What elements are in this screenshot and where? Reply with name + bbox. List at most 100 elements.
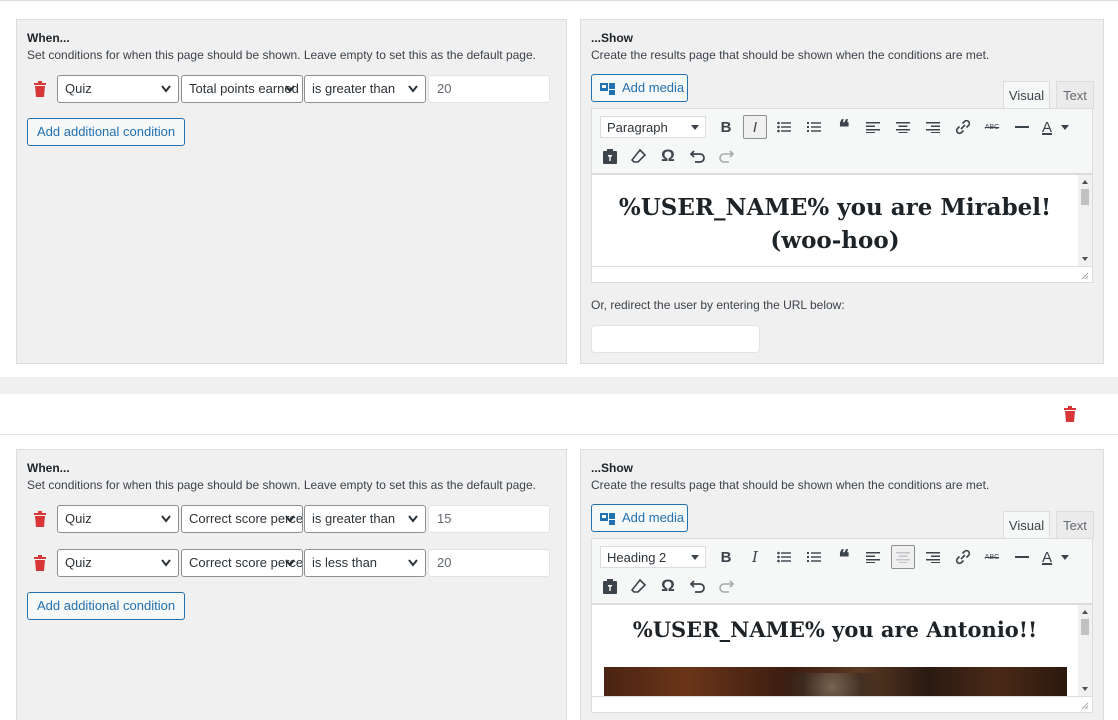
blockquote-icon[interactable]: ❝ [832, 115, 856, 139]
editor-content-area[interactable]: %USER_NAME% you are Mirabel! (woo-hoo) [591, 174, 1093, 267]
when-panel: When... Set conditions for when this pag… [16, 19, 567, 364]
trash-icon[interactable] [33, 555, 47, 571]
show-title: ...Show [591, 31, 633, 45]
horizontal-line-icon[interactable] [1010, 115, 1034, 139]
trash-icon[interactable] [33, 81, 47, 97]
embedded-image[interactable] [604, 667, 1067, 696]
source-select[interactable]: Quiz [57, 549, 179, 577]
chevron-down-icon [161, 559, 171, 567]
editor-body: %USER_NAME% you are Antonio!! [592, 605, 1078, 696]
tab-visual[interactable]: Visual [1003, 81, 1050, 108]
align-left-icon[interactable] [861, 545, 885, 569]
editor-content-area[interactable]: %USER_NAME% you are Antonio!! [591, 604, 1093, 697]
bullet-list-icon[interactable] [772, 115, 796, 139]
trash-icon[interactable] [1063, 406, 1077, 422]
condition-row: Quiz Correct score percentage is greater… [27, 505, 557, 533]
chevron-down-icon [408, 85, 418, 93]
undo-icon[interactable] [686, 574, 710, 598]
tab-text[interactable]: Text [1056, 81, 1094, 108]
strikethrough-icon[interactable]: ABC [980, 545, 1004, 569]
text-color-icon[interactable]: A [1042, 545, 1082, 569]
metric-select[interactable]: Correct score percentage [181, 549, 303, 577]
editor-body: %USER_NAME% you are Mirabel! (woo-hoo) [592, 175, 1078, 266]
align-center-icon[interactable] [891, 115, 915, 139]
redirect-url-input[interactable] [591, 325, 760, 353]
format-select[interactable]: Heading 2 [600, 546, 706, 568]
add-media-icon [600, 83, 615, 95]
editor-scrollbar[interactable] [1078, 605, 1092, 696]
tab-text[interactable]: Text [1056, 511, 1094, 538]
align-center-icon[interactable] [891, 545, 915, 569]
dropdown-arrow-icon [1061, 124, 1070, 130]
paste-as-text-icon[interactable] [598, 574, 622, 598]
strikethrough-icon[interactable]: ABC [980, 115, 1004, 139]
italic-icon[interactable]: I [743, 115, 767, 139]
trash-icon[interactable] [33, 511, 47, 527]
redo-icon[interactable] [714, 144, 738, 168]
text-color-icon[interactable]: A [1042, 115, 1082, 139]
numbered-list-icon[interactable] [802, 115, 826, 139]
format-select[interactable]: Paragraph [600, 116, 706, 138]
editor-scrollbar[interactable] [1078, 175, 1092, 266]
text-color-glyph: A [1042, 118, 1053, 136]
chevron-down-icon [285, 559, 295, 567]
redo-icon[interactable] [714, 574, 738, 598]
add-media-label: Add media [622, 510, 685, 525]
align-right-icon[interactable] [921, 115, 945, 139]
condition-row: Quiz Total points earned is greater than… [27, 75, 557, 103]
card-header [0, 394, 1118, 435]
chevron-down-icon [408, 515, 418, 523]
italic-icon[interactable]: I [743, 545, 767, 569]
resize-handle-icon[interactable] [1081, 272, 1089, 280]
chevron-down-icon [285, 85, 295, 93]
redirect-label: Or, redirect the user by entering the UR… [591, 298, 845, 312]
source-select[interactable]: Quiz [57, 505, 179, 533]
value-input[interactable]: 15 [428, 505, 550, 533]
clear-formatting-icon[interactable] [627, 144, 651, 168]
add-media-button[interactable]: Add media [591, 504, 688, 532]
scrollbar-thumb[interactable] [1081, 189, 1089, 205]
source-select[interactable]: Quiz [57, 75, 179, 103]
chevron-down-icon [161, 85, 171, 93]
bullet-list-icon[interactable] [772, 545, 796, 569]
operator-select[interactable]: is greater than [304, 75, 426, 103]
horizontal-line-icon[interactable] [1010, 545, 1034, 569]
scrollbar-thumb[interactable] [1081, 619, 1089, 635]
add-media-button[interactable]: Add media [591, 74, 688, 102]
value-input[interactable]: 20 [428, 549, 550, 577]
scroll-up-icon [1082, 610, 1088, 614]
add-condition-button[interactable]: Add additional condition [27, 118, 186, 146]
chevron-down-icon [285, 515, 295, 523]
metric-select[interactable]: Correct score percentage [181, 505, 303, 533]
result-page-card-2: When... Set conditions for when this pag… [0, 394, 1118, 720]
chevron-down-icon [161, 515, 171, 523]
resize-handle-icon[interactable] [1081, 702, 1089, 710]
align-right-icon[interactable] [921, 545, 945, 569]
omega-icon[interactable]: Ω [656, 574, 680, 598]
editor-statusbar [591, 267, 1093, 283]
value-input[interactable]: 20 [428, 75, 550, 103]
show-panel: ...Show Create the results page that sho… [580, 449, 1104, 720]
add-condition-button[interactable]: Add additional condition [27, 592, 186, 620]
metric-select[interactable]: Total points earned [181, 75, 303, 103]
add-media-label: Add media [622, 80, 685, 95]
link-icon[interactable] [951, 545, 975, 569]
clear-formatting-icon[interactable] [627, 574, 651, 598]
omega-icon[interactable]: Ω [656, 144, 680, 168]
condition-row: Quiz Correct score percentage is less th… [27, 549, 557, 577]
tab-visual[interactable]: Visual [1003, 511, 1050, 538]
paste-as-text-icon[interactable] [598, 144, 622, 168]
blockquote-icon[interactable]: ❝ [832, 545, 856, 569]
operator-select[interactable]: is greater than [304, 505, 426, 533]
dropdown-arrow-icon [1061, 554, 1070, 560]
bold-icon[interactable]: B [714, 115, 738, 139]
align-left-icon[interactable] [861, 115, 885, 139]
numbered-list-icon[interactable] [802, 545, 826, 569]
operator-select[interactable]: is less than [304, 549, 426, 577]
format-select-value: Paragraph [607, 120, 668, 135]
scroll-up-icon [1082, 180, 1088, 184]
link-icon[interactable] [951, 115, 975, 139]
bold-icon[interactable]: B [714, 545, 738, 569]
undo-icon[interactable] [686, 144, 710, 168]
when-description: Set conditions for when this page should… [27, 48, 536, 62]
